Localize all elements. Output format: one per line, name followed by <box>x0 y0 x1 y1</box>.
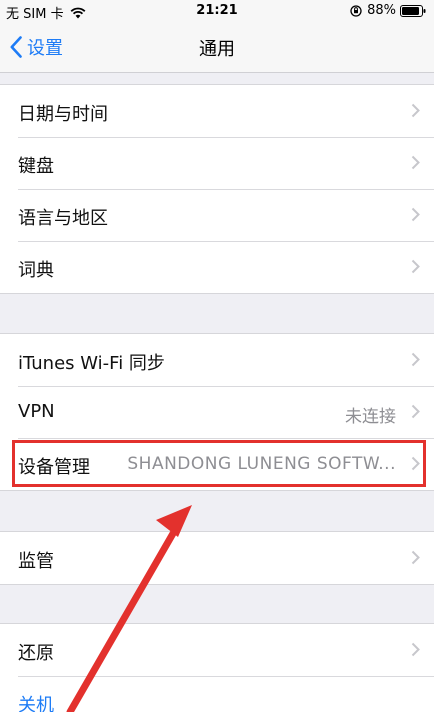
settings-group-4: 还原 关机 <box>0 623 434 712</box>
row-reset[interactable]: 还原 <box>0 624 434 676</box>
device-profile-value: SHANDONG LUNENG SOFTW... <box>127 454 396 474</box>
chevron-right-icon <box>411 259 420 274</box>
row-label: 词典 <box>18 260 54 281</box>
chevron-right-icon <box>411 103 420 118</box>
phone-screen: 无 SIM 卡 21:21 88% 设置 通用 日期与时间 键盘 语言与地区 词… <box>0 0 434 712</box>
status-right: 88% <box>350 3 426 18</box>
page-title: 通用 <box>199 39 235 60</box>
row-device-management[interactable]: 设备管理 SHANDONG LUNENG SOFTW... <box>0 438 434 490</box>
row-label: 设备管理 <box>18 457 90 478</box>
row-date-time[interactable]: 日期与时间 <box>0 85 434 137</box>
row-shutdown[interactable]: 关机 <box>0 676 434 712</box>
chevron-right-icon <box>411 352 420 367</box>
settings-group-2: iTunes Wi-Fi 同步 VPN 未连接 设备管理 SHANDONG LU… <box>0 333 434 491</box>
chevron-right-icon <box>411 207 420 222</box>
chevron-right-icon <box>411 155 420 170</box>
row-label: VPN <box>18 401 55 422</box>
row-vpn[interactable]: VPN 未连接 <box>0 386 434 438</box>
row-itunes-wifi-sync[interactable]: iTunes Wi-Fi 同步 <box>0 334 434 386</box>
chevron-right-icon <box>411 550 420 565</box>
row-label: 键盘 <box>18 156 54 177</box>
row-label: 还原 <box>18 643 54 664</box>
row-supervision[interactable]: 监管 <box>0 532 434 584</box>
row-language-region[interactable]: 语言与地区 <box>0 189 434 241</box>
lock-rotation-icon <box>350 4 362 17</box>
row-label: 日期与时间 <box>18 104 108 125</box>
shutdown-label: 关机 <box>18 695 54 712</box>
battery-icon <box>400 4 426 17</box>
row-label: 监管 <box>18 551 54 572</box>
battery-percent: 88% <box>367 3 396 18</box>
chevron-right-icon <box>411 642 420 657</box>
vpn-status-value: 未连接 <box>345 407 396 427</box>
row-dictionary[interactable]: 词典 <box>0 241 434 293</box>
row-keyboard[interactable]: 键盘 <box>0 137 434 189</box>
chevron-right-icon <box>411 404 420 419</box>
row-label: 语言与地区 <box>18 208 108 229</box>
row-label: iTunes Wi-Fi 同步 <box>18 353 165 374</box>
settings-group-1: 日期与时间 键盘 语言与地区 词典 <box>0 84 434 294</box>
chevron-right-icon <box>411 456 420 471</box>
status-bar: 无 SIM 卡 21:21 88% <box>0 0 434 22</box>
navigation-bar: 设置 通用 <box>0 22 434 73</box>
settings-group-3: 监管 <box>0 531 434 585</box>
